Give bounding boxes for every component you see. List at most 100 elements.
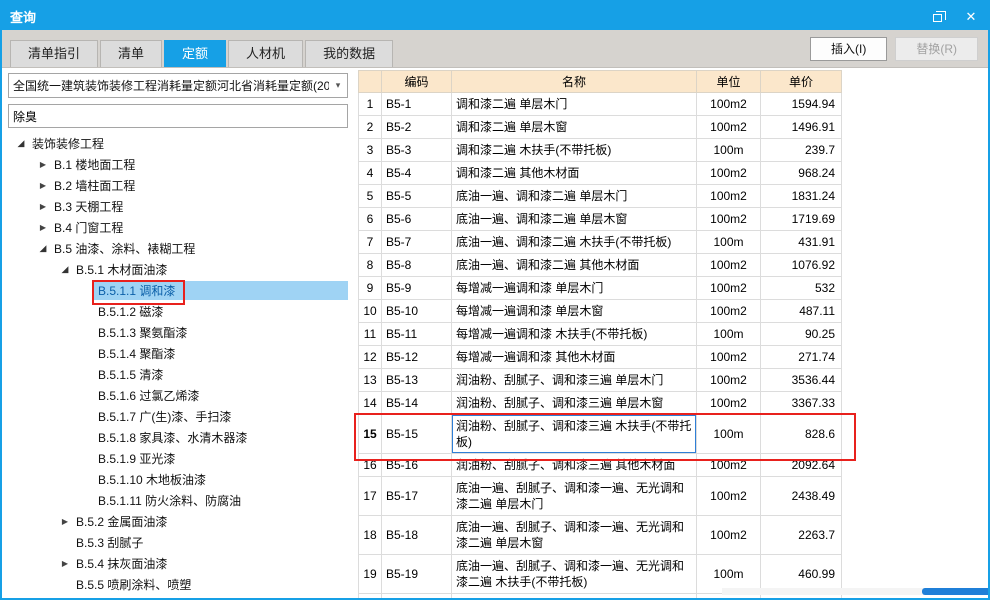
cell-price[interactable]: 1719.69 <box>760 207 842 231</box>
cell-unit[interactable]: 100m2 <box>696 207 761 231</box>
horizontal-scrollbar[interactable] <box>722 588 988 595</box>
row-number[interactable]: 19 <box>358 554 382 594</box>
cell-name[interactable]: 底油一遍、调和漆二遍 单层木门 <box>451 184 697 208</box>
cell-code[interactable]: B5-1 <box>381 92 452 116</box>
tree-item[interactable]: ▶ B.5.2 金属面油漆 <box>8 511 348 532</box>
cell-unit[interactable]: 100m2 <box>696 476 761 516</box>
cell-name[interactable]: 每增减一遍调和漆 其他木材面 <box>451 345 697 369</box>
cell-unit[interactable]: 100m <box>696 322 761 346</box>
cell-name[interactable]: 底油一遍、刮腻子、调和漆一遍、无光调和漆二遍 木扶手(不带托板) <box>451 554 697 594</box>
cell-name[interactable]: 润油粉、刮腻子、调和漆三遍 其他木材面 <box>451 453 697 477</box>
tab-labor-material-machine[interactable]: 人材机 <box>228 40 304 67</box>
cell-code[interactable]: B5-13 <box>381 368 452 392</box>
expand-arrow-icon[interactable]: ◢ <box>36 243 50 254</box>
row-number[interactable]: 17 <box>358 476 382 516</box>
cell-unit[interactable]: 100m <box>696 230 761 254</box>
table-row[interactable]: 17 B5-17 底油一遍、刮腻子、调和漆一遍、无光调和漆二遍 单层木门 100m2 2… <box>358 476 842 516</box>
tab-my-data[interactable]: 我的数据 <box>305 40 394 67</box>
table-row[interactable]: 9 B5-9 每增减一遍调和漆 单层木门 100m2 532 <box>358 276 842 300</box>
collapse-arrow-icon[interactable]: ▶ <box>36 160 50 169</box>
cell-code[interactable]: B5-5 <box>381 184 452 208</box>
cell-price[interactable]: 1496.91 <box>760 115 842 139</box>
cell-name[interactable]: 底油一遍、调和漆二遍 木扶手(不带托板) <box>451 230 697 254</box>
tree-item[interactable]: B.5.5 喷刷涂料、喷塑 <box>8 574 348 595</box>
table-row[interactable]: 16 B5-16 润油粉、刮腻子、调和漆三遍 其他木材面 100m2 2092.64 <box>358 453 842 477</box>
tree-item[interactable]: B.5.3 刮腻子 <box>8 532 348 553</box>
cell-name[interactable]: 润油粉、刮腻子、调和漆三遍 木扶手(不带托板) <box>451 414 697 454</box>
cell-unit[interactable]: 100m2 <box>696 92 761 116</box>
row-number[interactable]: 8 <box>358 253 382 277</box>
scrollbar-thumb[interactable] <box>922 588 988 595</box>
tab-list[interactable]: 清单 <box>100 40 163 67</box>
cell-price[interactable]: 239.7 <box>760 138 842 162</box>
row-number[interactable]: 9 <box>358 276 382 300</box>
replace-button[interactable]: 替换(R) <box>895 36 978 61</box>
cell-price[interactable]: 2438.49 <box>760 476 842 516</box>
cell-code[interactable]: B5-18 <box>381 515 452 555</box>
row-number[interactable]: 1 <box>358 92 382 116</box>
table-row[interactable]: 13 B5-13 润油粉、刮腻子、调和漆三遍 单层木门 100m2 3536.44 <box>358 368 842 392</box>
cell-unit[interactable]: 100m2 <box>696 253 761 277</box>
tree-item[interactable]: ▶ B.1 楼地面工程 <box>8 154 348 175</box>
row-number[interactable]: 10 <box>358 299 382 323</box>
cell-unit[interactable]: 100m <box>696 414 761 454</box>
row-number[interactable]: 18 <box>358 515 382 555</box>
tree-item[interactable]: B.5.6 裱糊工程 <box>8 595 348 597</box>
cell-unit[interactable]: 100m2 <box>696 368 761 392</box>
cell-code[interactable]: B5-2 <box>381 115 452 139</box>
tree-item[interactable]: B.5.1.10 木地板油漆 <box>8 469 348 490</box>
tree-item[interactable]: B.5.1.5 清漆 <box>8 364 348 385</box>
row-number[interactable]: 4 <box>358 161 382 185</box>
cell-unit[interactable]: 100m2 <box>696 115 761 139</box>
cell-code[interactable]: B5-14 <box>381 391 452 415</box>
cell-price[interactable]: 90.25 <box>760 322 842 346</box>
quota-library-dropdown[interactable]: 全国统一建筑装饰装修工程消耗量定额河北省消耗量定额(2012) ▾ <box>8 73 348 98</box>
cell-code[interactable]: B5-15 <box>381 414 452 454</box>
cell-price[interactable]: 1076.92 <box>760 253 842 277</box>
row-number[interactable]: 16 <box>358 453 382 477</box>
cell-name[interactable]: 底油一遍、刮腻子、调和漆一遍、无光调和漆二遍 单层木窗 <box>451 515 697 555</box>
cell-name[interactable]: 每增减一遍调和漆 木扶手(不带托板) <box>451 322 697 346</box>
tree-item[interactable]: ◢ B.5.1 木材面油漆 <box>8 259 348 280</box>
cell-code[interactable]: B5-17 <box>381 476 452 516</box>
tree-item[interactable]: ▶ B.5.4 抹灰面油漆 <box>8 553 348 574</box>
cell-unit[interactable]: 100m2 <box>696 453 761 477</box>
cell-price[interactable]: 1594.94 <box>760 92 842 116</box>
cell-code[interactable]: B5-12 <box>381 345 452 369</box>
cell-price[interactable]: 968.24 <box>760 161 842 185</box>
row-number[interactable]: 6 <box>358 207 382 231</box>
table-row[interactable]: 2 B5-2 调和漆二遍 单层木窗 100m2 1496.91 <box>358 115 842 139</box>
tree-item[interactable]: ▶ B.2 墙柱面工程 <box>8 175 348 196</box>
tree-item[interactable]: B.5.1.9 亚光漆 <box>8 448 348 469</box>
table-row[interactable]: 10 B5-10 每增减一遍调和漆 单层木窗 100m2 487.11 <box>358 299 842 323</box>
cell-unit[interactable]: 100m2 <box>696 299 761 323</box>
cell-unit[interactable]: 100m2 <box>696 515 761 555</box>
cell-price[interactable]: 487.11 <box>760 299 842 323</box>
cell-unit[interactable]: 100m2 <box>696 345 761 369</box>
row-number[interactable]: 5 <box>358 184 382 208</box>
cell-code[interactable]: B5-8 <box>381 253 452 277</box>
tree-item[interactable]: B.5.1.7 广(生)漆、手扫漆 <box>8 406 348 427</box>
cell-name[interactable]: 底油一遍、刮腻子、调和漆一遍、无光调和漆二遍 其他木材面 <box>451 593 697 598</box>
cell-name[interactable]: 调和漆二遍 单层木窗 <box>451 115 697 139</box>
cell-unit[interactable]: 100m2 <box>696 161 761 185</box>
cell-name[interactable]: 底油一遍、调和漆二遍 其他木材面 <box>451 253 697 277</box>
row-number[interactable]: 13 <box>358 368 382 392</box>
cell-price[interactable]: 1831.24 <box>760 184 842 208</box>
cell-unit[interactable]: 100m2 <box>696 391 761 415</box>
tree-item[interactable]: B.5.1.3 聚氨酯漆 <box>8 322 348 343</box>
cell-name[interactable]: 调和漆二遍 单层木门 <box>451 92 697 116</box>
tree-item[interactable]: B.5.1.11 防火涂料、防腐油 <box>8 490 348 511</box>
tree-item[interactable]: ▶ B.4 门窗工程 <box>8 217 348 238</box>
search-input[interactable] <box>8 104 348 128</box>
cell-code[interactable]: B5-4 <box>381 161 452 185</box>
cell-unit[interactable]: 100m2 <box>696 276 761 300</box>
tree-item[interactable]: B.5.1.8 家具漆、水清木器漆 <box>8 427 348 448</box>
tree-item[interactable]: B.5.1.4 聚酯漆 <box>8 343 348 364</box>
row-number[interactable]: 14 <box>358 391 382 415</box>
table-row[interactable]: 15 B5-15 润油粉、刮腻子、调和漆三遍 木扶手(不带托板) 100m 828.6 <box>358 414 842 454</box>
row-number[interactable]: 11 <box>358 322 382 346</box>
cell-name[interactable]: 每增减一遍调和漆 单层木窗 <box>451 299 697 323</box>
collapse-arrow-icon[interactable]: ▶ <box>58 517 72 526</box>
cell-price[interactable]: 828.6 <box>760 414 842 454</box>
